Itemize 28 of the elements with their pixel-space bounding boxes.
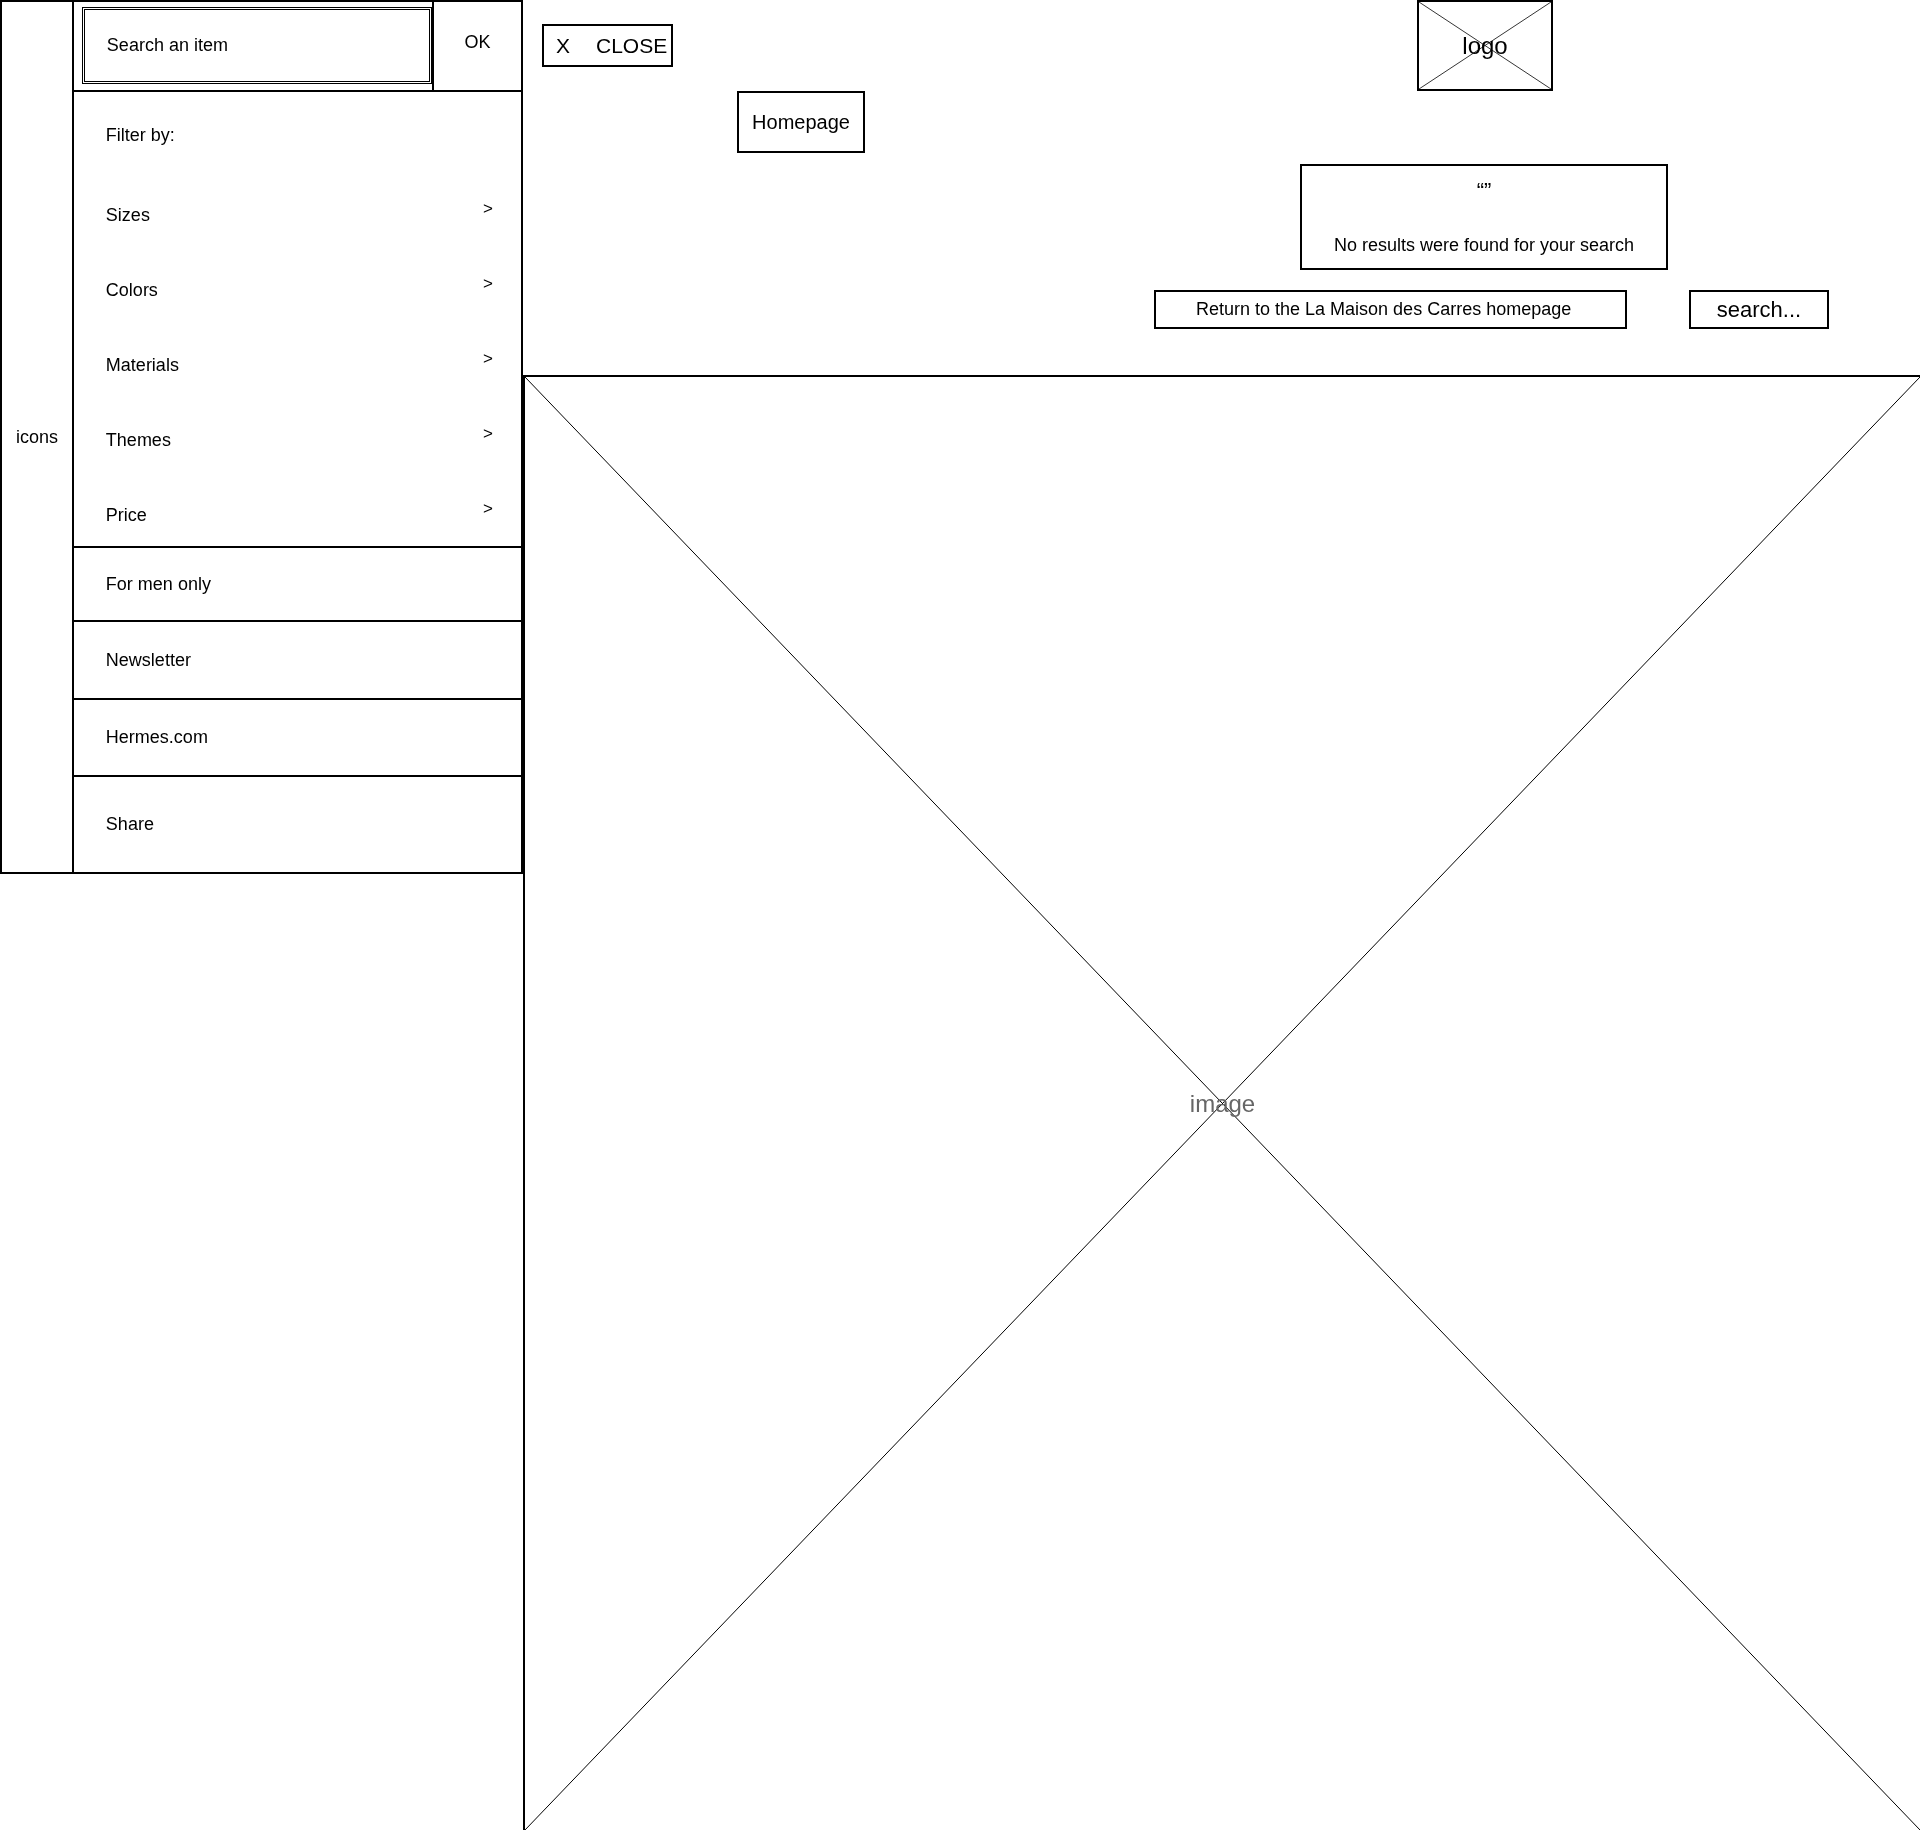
sidebar-link[interactable]: Newsletter <box>73 622 521 700</box>
ok-button[interactable]: OK <box>433 2 521 90</box>
sidebar-link[interactable]: For men only <box>73 548 521 622</box>
return-home-button[interactable]: Return to the La Maison des Carres homepage <box>1154 290 1627 329</box>
filter-label: Sizes <box>105 204 150 227</box>
filter-label: Themes <box>105 429 171 452</box>
filter-item[interactable]: Colors > <box>105 269 493 344</box>
filter-label: Colors <box>105 279 158 302</box>
quote-marks: “” <box>1476 177 1492 205</box>
close-button[interactable]: X CLOSE <box>542 24 673 67</box>
search-button[interactable]: search... <box>1689 290 1829 329</box>
search-field[interactable]: Search an item <box>81 7 432 84</box>
filter-item[interactable]: Themes > <box>105 419 493 494</box>
homepage-button[interactable]: Homepage <box>737 91 865 153</box>
sidebar-link[interactable]: Share <box>73 777 521 872</box>
chevron-icon: > <box>483 346 493 372</box>
filter-label: Price <box>105 504 147 527</box>
chevron-icon: > <box>483 421 493 447</box>
sidebar-link[interactable]: Hermes.com <box>73 700 521 777</box>
filter-item[interactable]: Materials > <box>105 344 493 419</box>
chevron-icon: > <box>483 496 493 522</box>
filter-title: Filter by: <box>105 124 176 147</box>
filter-label: Materials <box>105 354 179 377</box>
no-results-message: No results were found for your search <box>1333 234 1635 257</box>
icons-panel: icons <box>0 0 74 874</box>
chevron-icon: > <box>483 196 493 222</box>
chevron-icon: > <box>483 271 493 297</box>
filter-item[interactable]: Sizes > <box>105 194 493 269</box>
